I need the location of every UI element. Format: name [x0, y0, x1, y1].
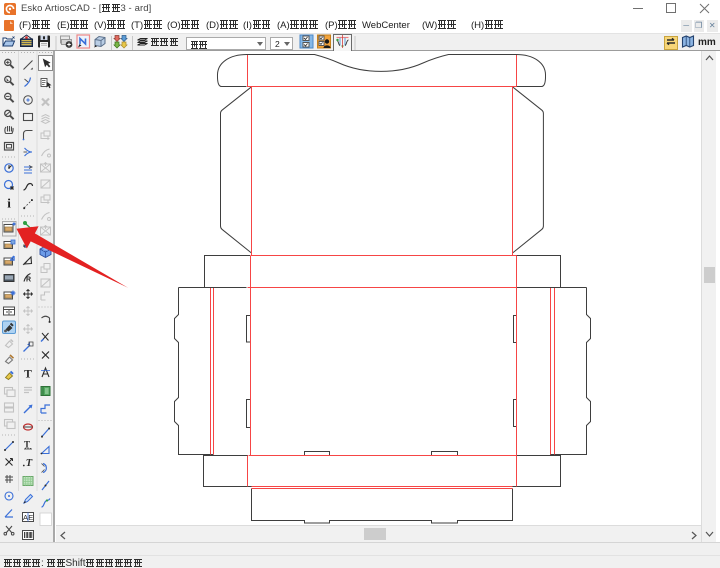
- svg-text:i: i: [7, 196, 11, 211]
- svg-text:R: R: [26, 277, 31, 284]
- svg-text:T: T: [26, 458, 33, 469]
- svg-text:E: E: [28, 513, 33, 522]
- svg-text:T: T: [24, 440, 30, 450]
- svg-text:T: T: [24, 369, 32, 381]
- svg-text:A: A: [23, 513, 28, 522]
